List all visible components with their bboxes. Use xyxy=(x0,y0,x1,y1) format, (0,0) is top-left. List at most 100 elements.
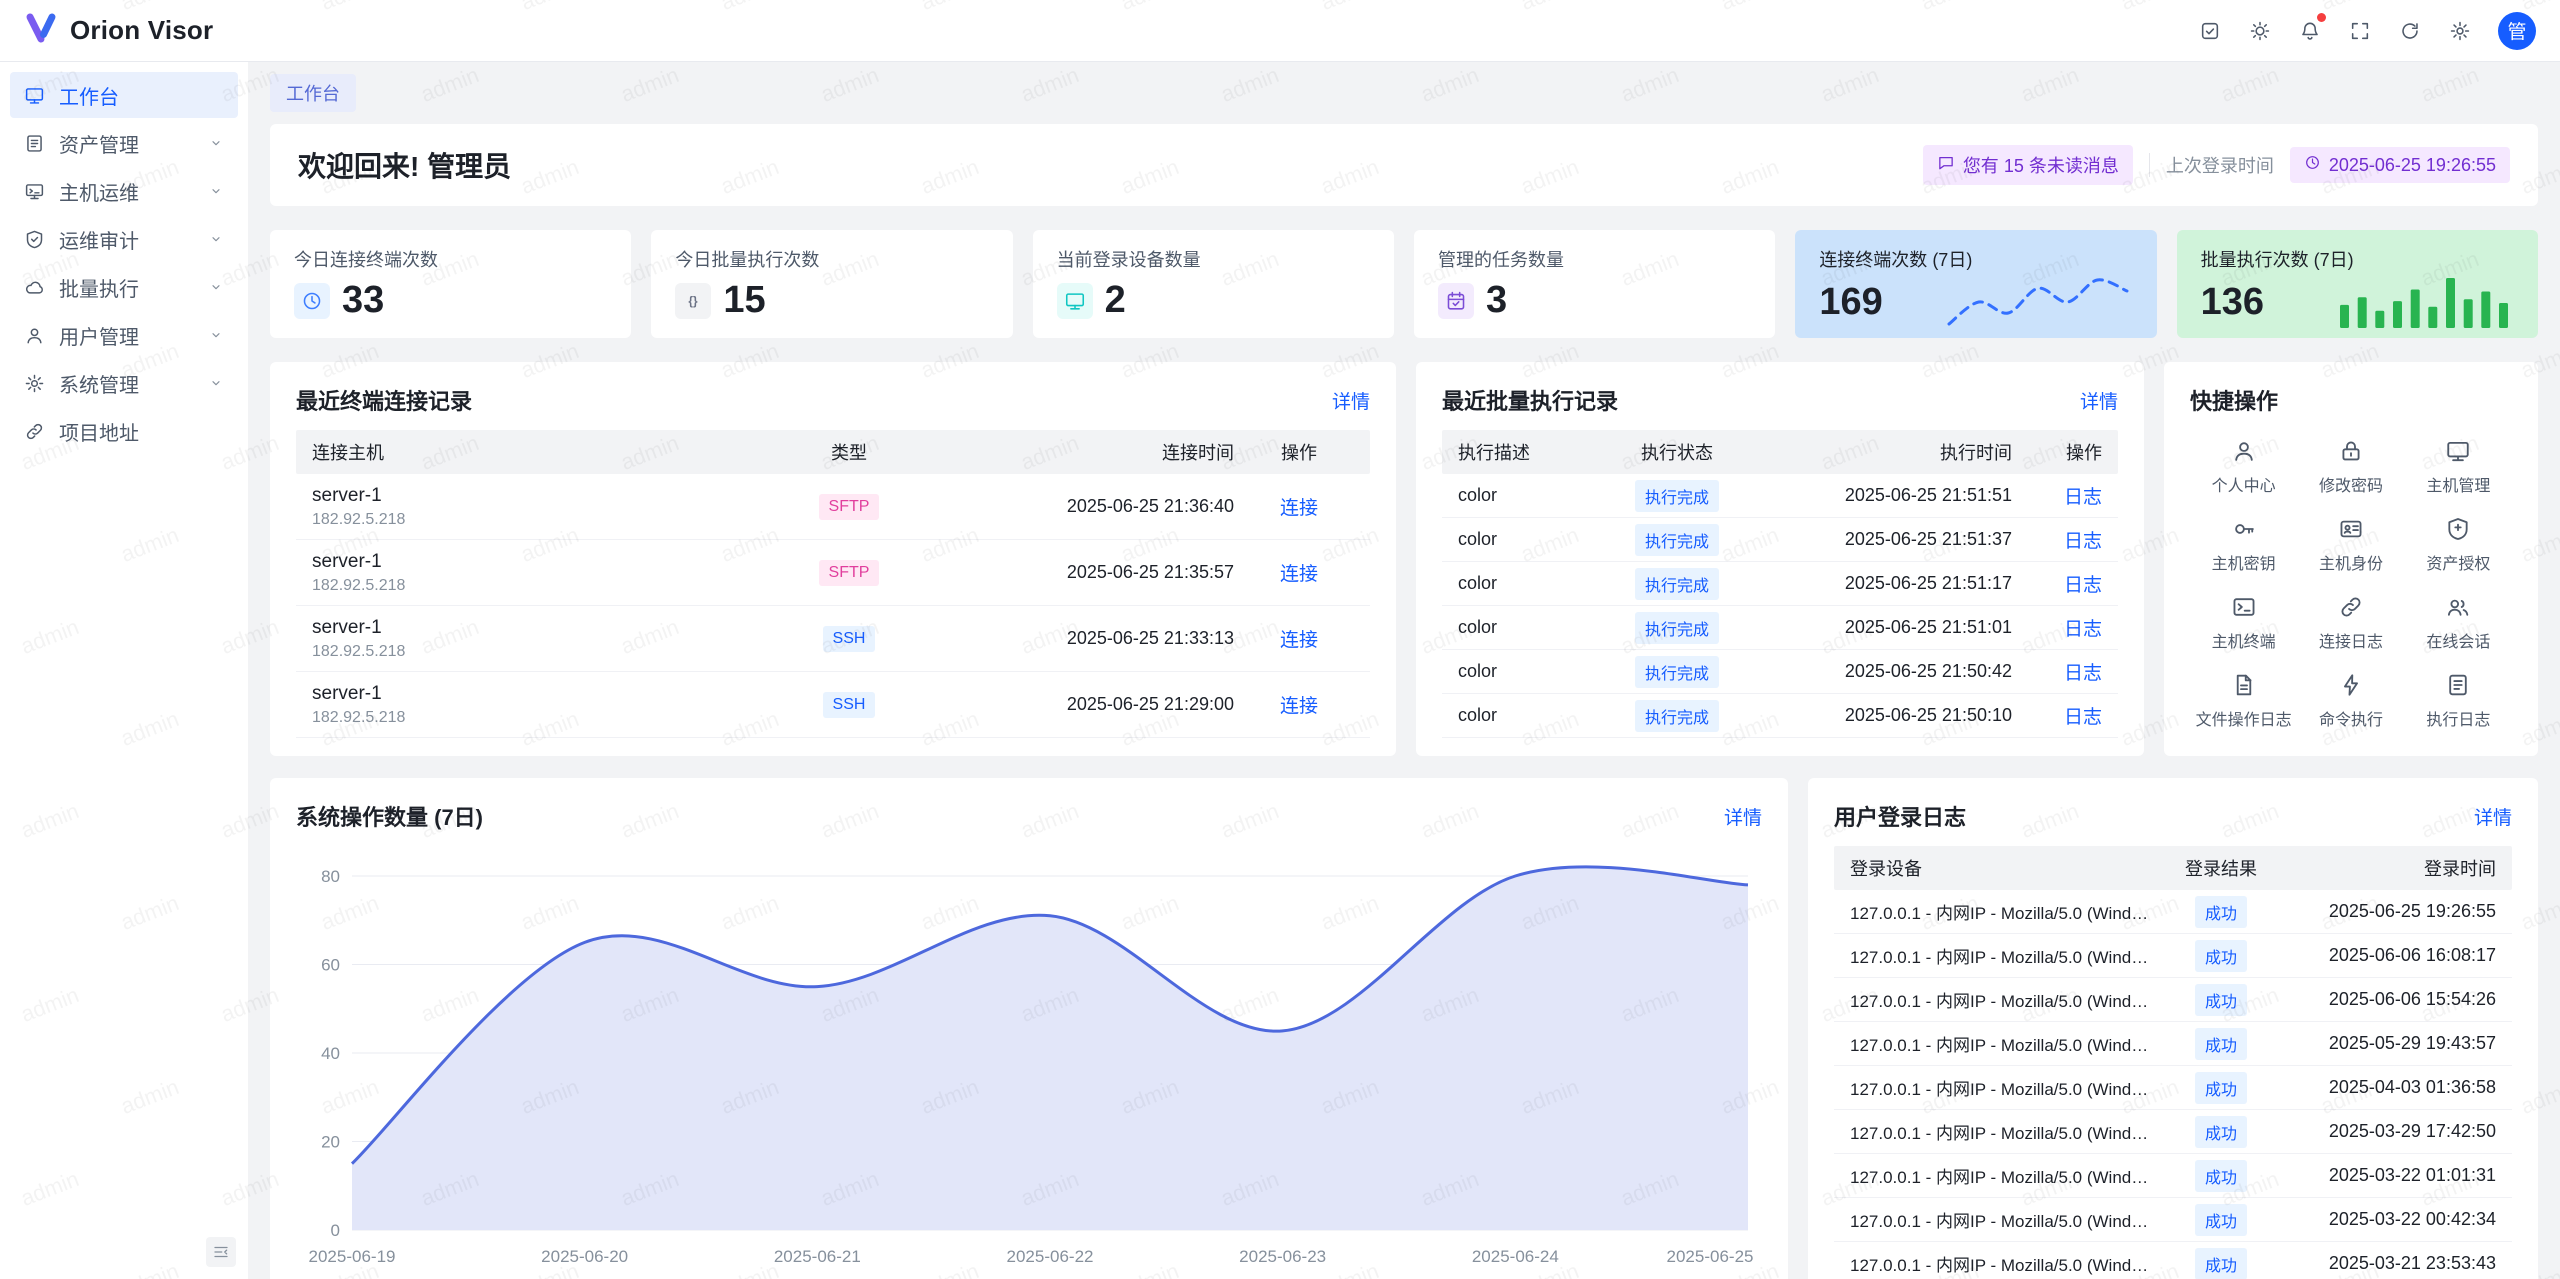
sidebar-item-3[interactable]: 运维审计 xyxy=(10,216,238,262)
svg-text:40: 40 xyxy=(321,1044,340,1063)
stat-value: 2 xyxy=(1105,279,1126,322)
terminal-detail-link[interactable]: 详情 xyxy=(1332,387,1370,414)
exec-desc: color xyxy=(1458,485,1582,506)
login-time: 2025-06-06 15:54:26 xyxy=(2286,989,2496,1010)
fullscreen-icon[interactable] xyxy=(2342,13,2378,49)
exec-desc: color xyxy=(1458,617,1582,638)
chevron-down-icon xyxy=(208,183,224,199)
topbar-actions: 管 xyxy=(2192,12,2536,50)
sun-icon[interactable] xyxy=(2242,13,2278,49)
login-device: 127.0.0.1 - 内网IP - Mozilla/5.0 (Windows … xyxy=(1850,1075,2156,1100)
stat-card-connect-7d: 连接终端次数 (7日)169 xyxy=(1795,230,2156,338)
sidebar-item-0[interactable]: 工作台 xyxy=(10,72,238,118)
sidebar-item-label: 系统管理 xyxy=(59,369,139,398)
host-name: server-1 xyxy=(312,617,764,639)
quick-ops-grid: 个人中心修改密码主机管理主机密钥主机身份资产授权主机终端连接日志在线会话文件操作… xyxy=(2190,430,2512,738)
log-link[interactable]: 日志 xyxy=(2064,531,2102,552)
divider xyxy=(2149,153,2150,177)
batch-detail-link[interactable]: 详情 xyxy=(2080,387,2118,414)
batch-icon xyxy=(24,277,45,298)
log-link[interactable]: 日志 xyxy=(2064,575,2102,596)
log-link[interactable]: 日志 xyxy=(2064,619,2102,640)
password-icon xyxy=(2338,438,2364,464)
ops-chart-panel: 系统操作数量 (7日) 详情 0204060802025-06-192025-0… xyxy=(270,778,1788,1279)
table-row: server-1182.92.5.218SSH2025-06-25 21:29:… xyxy=(296,672,1370,738)
login-log-title: 用户登录日志 xyxy=(1834,800,1966,832)
exec-time: 2025-06-25 21:50:10 xyxy=(1772,705,2012,726)
sidebar-collapse-button[interactable] xyxy=(206,1237,236,1267)
connect-link[interactable]: 连接 xyxy=(1280,498,1318,519)
quick-op-label: 主机管理 xyxy=(2426,472,2490,496)
sidebar-item-6[interactable]: 系统管理 xyxy=(10,360,238,406)
quick-op-3[interactable]: 主机密钥 xyxy=(2190,508,2297,582)
table-row: 127.0.0.1 - 内网IP - Mozilla/5.0 (Windows … xyxy=(1834,1242,2512,1279)
quick-op-5[interactable]: 资产授权 xyxy=(2405,508,2512,582)
refresh-icon[interactable] xyxy=(2392,13,2428,49)
batch-table: 执行描述执行状态执行时间操作color执行完成2025-06-25 21:51:… xyxy=(1442,430,2118,738)
sidebar-item-4[interactable]: 批量执行 xyxy=(10,264,238,310)
unread-messages-badge[interactable]: 您有 15 条未读消息 xyxy=(1923,145,2133,185)
login-result-badge: 成功 xyxy=(2195,1160,2247,1192)
identity-icon xyxy=(2338,516,2364,542)
quick-op-1[interactable]: 修改密码 xyxy=(2297,430,2404,504)
quick-op-4[interactable]: 主机身份 xyxy=(2297,508,2404,582)
sidebar-item-label: 用户管理 xyxy=(59,321,139,350)
login-device: 127.0.0.1 - 内网IP - Mozilla/5.0 (Windows … xyxy=(1850,1207,2156,1232)
table-row: color执行完成2025-06-25 21:51:01日志 xyxy=(1442,606,2118,650)
table-row: server-1182.92.5.218SSH2025-06-25 21:33:… xyxy=(296,606,1370,672)
unread-messages-text: 您有 15 条未读消息 xyxy=(1963,152,2119,178)
sidebar-item-7[interactable]: 项目地址 xyxy=(10,408,238,454)
quick-op-11[interactable]: 执行日志 xyxy=(2405,664,2512,738)
quick-op-0[interactable]: 个人中心 xyxy=(2190,430,2297,504)
sidebar-item-label: 工作台 xyxy=(59,81,119,110)
quick-op-label: 个人中心 xyxy=(2212,472,2276,496)
sidebar-item-1[interactable]: 资产管理 xyxy=(10,120,238,166)
exec-time: 2025-06-25 21:50:42 xyxy=(1772,661,2012,682)
host-ip: 182.92.5.218 xyxy=(312,577,764,595)
login-result-badge: 成功 xyxy=(2195,1116,2247,1148)
table-row: 127.0.0.1 - 内网IP - Mozilla/5.0 (Windows … xyxy=(1834,890,2512,934)
quick-op-8[interactable]: 在线会话 xyxy=(2405,586,2512,660)
quick-op-6[interactable]: 主机终端 xyxy=(2190,586,2297,660)
connect-link[interactable]: 连接 xyxy=(1280,630,1318,651)
user-avatar[interactable]: 管 xyxy=(2498,12,2536,50)
check-square-icon[interactable] xyxy=(2192,13,2228,49)
login-result-badge: 成功 xyxy=(2195,940,2247,972)
notification-dot xyxy=(2317,13,2326,22)
log-link[interactable]: 日志 xyxy=(2064,663,2102,684)
exec-desc: color xyxy=(1458,573,1582,594)
type-badge: SFTP xyxy=(819,560,880,586)
col-header: 执行状态 xyxy=(1592,439,1762,465)
log-link[interactable]: 日志 xyxy=(2064,487,2102,508)
breadcrumb[interactable]: 工作台 xyxy=(270,74,356,112)
quick-op-label: 命令执行 xyxy=(2319,706,2383,730)
ops-chart-detail-link[interactable]: 详情 xyxy=(1724,803,1762,830)
table-row: color执行完成2025-06-25 21:51:37日志 xyxy=(1442,518,2118,562)
welcome-panel: 欢迎回来! 管理员 您有 15 条未读消息 上次登录时间 2025-06-25 … xyxy=(270,124,2538,206)
connect-link[interactable]: 连接 xyxy=(1280,564,1318,585)
clock-icon xyxy=(294,283,330,319)
login-time: 2025-03-29 17:42:50 xyxy=(2286,1121,2496,1142)
quick-op-10[interactable]: 命令执行 xyxy=(2297,664,2404,738)
col-header: 执行时间 xyxy=(1772,439,2012,465)
sidebar-item-label: 主机运维 xyxy=(59,177,139,206)
log-link[interactable]: 日志 xyxy=(2064,707,2102,728)
gear-icon[interactable] xyxy=(2442,13,2478,49)
login-log-detail-link[interactable]: 详情 xyxy=(2474,803,2512,830)
connect-link[interactable]: 连接 xyxy=(1280,696,1318,717)
sidebar-item-5[interactable]: 用户管理 xyxy=(10,312,238,358)
exec-time: 2025-06-25 21:51:37 xyxy=(1772,529,2012,550)
sidebar-item-2[interactable]: 主机运维 xyxy=(10,168,238,214)
quick-op-9[interactable]: 文件操作日志 xyxy=(2190,664,2297,738)
table-row: color执行完成2025-06-25 21:51:51日志 xyxy=(1442,474,2118,518)
quick-op-2[interactable]: 主机管理 xyxy=(2405,430,2512,504)
exec-desc: color xyxy=(1458,529,1582,550)
stat-card-3: 管理的任务数量3 xyxy=(1414,230,1775,338)
quick-op-7[interactable]: 连接日志 xyxy=(2297,586,2404,660)
terminal-panel-title: 最近终端连接记录 xyxy=(296,384,472,416)
bell-icon[interactable] xyxy=(2292,13,2328,49)
brand[interactable]: Orion Visor xyxy=(24,11,213,50)
exec-status-badge: 执行完成 xyxy=(1635,480,1719,512)
table-row: 127.0.0.1 - 内网IP - Mozilla/5.0 (Windows … xyxy=(1834,1022,2512,1066)
login-result-badge: 成功 xyxy=(2195,1204,2247,1236)
